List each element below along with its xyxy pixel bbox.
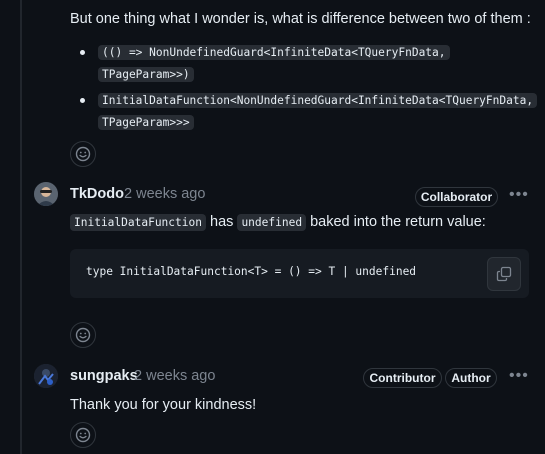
smiley-icon	[75, 146, 91, 162]
comment-body-text: Thank you for your kindness!	[70, 397, 257, 413]
comment-timestamp[interactable]: 2 weeks ago	[124, 186, 205, 202]
author-badge: Author	[445, 368, 497, 388]
add-reaction-button[interactable]	[70, 141, 96, 167]
timeline-line	[20, 0, 22, 454]
contributor-badge: Contributor	[363, 368, 442, 388]
code-block: type InitialDataFunction<T> = () => T | …	[70, 249, 529, 298]
list-item-code: (() => NonUndefinedGuard<InfiniteData<TQ…	[98, 44, 450, 62]
kebab-horizontal-icon[interactable]: •••	[509, 367, 529, 385]
kebab-horizontal-icon[interactable]: •••	[509, 186, 529, 204]
list-bullet	[80, 98, 85, 103]
comment-timestamp[interactable]: 2 weeks ago	[134, 368, 215, 384]
avatar[interactable]	[34, 364, 58, 388]
collaborator-badge: Collaborator	[415, 187, 498, 207]
list-item-code-continued: TPageParam>>>	[98, 114, 194, 132]
avatar[interactable]	[34, 182, 58, 206]
list-item-code: InitialDataFunction<NonUndefinedGuard<In…	[98, 92, 538, 110]
copy-button[interactable]	[487, 257, 521, 291]
add-reaction-button[interactable]	[70, 322, 96, 348]
comment-body-text: But one thing what I wonder is, what is …	[70, 11, 531, 27]
list-item-code-continued: TPageParam>>)	[98, 66, 194, 84]
copy-icon	[496, 266, 512, 282]
smiley-icon	[75, 427, 91, 443]
add-reaction-button[interactable]	[70, 422, 96, 448]
comment-author[interactable]: TkDodo	[70, 186, 124, 202]
comment-body-text: InitialDataFunction has undefined baked …	[70, 212, 486, 233]
code-text: type InitialDataFunction<T> = () => T | …	[86, 265, 417, 278]
comment-author[interactable]: sungpaks	[70, 368, 138, 384]
smiley-icon	[75, 327, 91, 343]
inline-code: InitialDataFunction	[70, 214, 206, 231]
inline-code: undefined	[237, 214, 307, 231]
list-bullet	[80, 50, 85, 55]
